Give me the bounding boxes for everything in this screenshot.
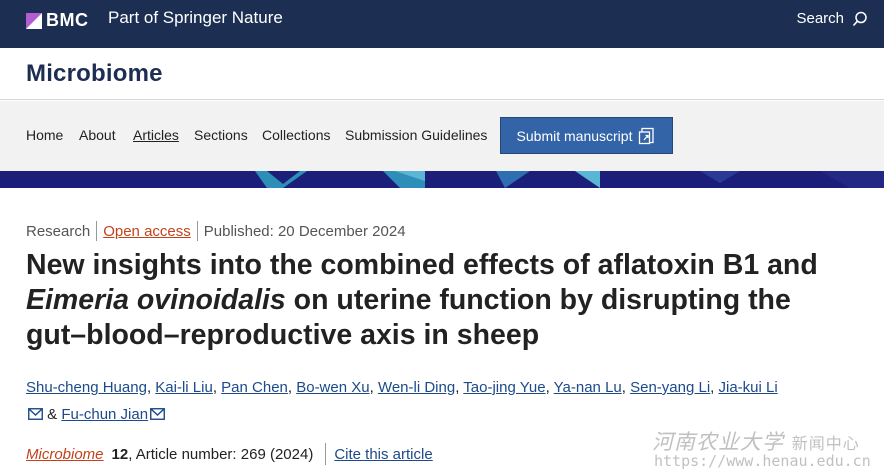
nav-item-submission-guidelines[interactable]: Submission Guidelines (345, 127, 487, 143)
author-link[interactable]: Ya-nan Lu (554, 379, 622, 396)
banner-pattern (0, 171, 884, 188)
citation-divider (325, 443, 327, 465)
nav-item-collections[interactable]: Collections (262, 127, 330, 143)
watermark-news-center: 新闻中心 (791, 434, 860, 453)
author-link[interactable]: Tao-jing Yue (463, 379, 545, 396)
journal-banner-graphic (0, 171, 884, 188)
bmc-logo-text: BMC (46, 10, 89, 30)
author-link[interactable]: Bo-wen Xu (296, 379, 369, 396)
author-joiner: & (47, 406, 58, 423)
submit-manuscript-label: Submit manuscript (516, 127, 633, 144)
author-link[interactable]: Wen-li Ding (378, 379, 455, 396)
author-list: Shu-cheng Huang, Kai-li Liu, Pan Chen, B… (26, 379, 778, 423)
published-date: Published: 20 December 2024 (203, 222, 406, 240)
author-link[interactable]: Pan Chen (221, 379, 288, 396)
author-link[interactable]: Jia-kui Li (719, 379, 778, 396)
article-title: New insights into the combined effects o… (26, 248, 846, 353)
henau-watermark: 河南农业大学 新闻中心 https://www.henau.edu.cn (650, 424, 884, 476)
author-link[interactable]: Kai-li Liu (155, 379, 213, 396)
nav-item-home[interactable]: Home (26, 127, 63, 143)
bmc-logo[interactable]: BMC (26, 10, 89, 31)
submit-document-icon (639, 127, 655, 144)
watermark-university-name: 河南农业大学 (652, 430, 784, 454)
journal-name-link[interactable]: Microbiome (26, 446, 104, 463)
search-label: Search (796, 10, 844, 27)
journal-nav: Home About Articles Sections Collections… (0, 101, 884, 171)
author-link[interactable]: Shu-cheng Huang (26, 379, 147, 396)
search-icon (852, 11, 867, 26)
watermark-url: https://www.henau.edu.cn (654, 452, 871, 470)
search-button[interactable]: Search (796, 10, 868, 27)
author-link[interactable]: Fu-chun Jian (61, 406, 148, 423)
author-link[interactable]: Sen-yang Li (630, 379, 710, 396)
email-icon[interactable] (28, 408, 43, 420)
nav-item-about[interactable]: About (79, 127, 116, 143)
nav-item-sections[interactable]: Sections (194, 127, 248, 143)
journal-title-bar: Microbiome (0, 48, 884, 100)
citation-line: Microbiome 12 , Article number: 269 (202… (26, 443, 433, 465)
springer-nature-tagline[interactable]: Part of Springer Nature (108, 8, 283, 28)
article-type: Research (26, 222, 91, 240)
meta-divider (96, 221, 98, 241)
nav-item-articles[interactable]: Articles (133, 127, 179, 143)
submit-manuscript-button[interactable]: Submit manuscript (500, 117, 673, 154)
email-icon[interactable] (150, 408, 166, 420)
meta-divider (196, 221, 198, 241)
article-title-italic: Eimeria ovinoidalis (26, 284, 286, 316)
open-access-link[interactable]: Open access (103, 223, 191, 240)
cite-this-article-link[interactable]: Cite this article (334, 446, 432, 463)
article-title-part1: New insights into the combined effects o… (26, 249, 818, 281)
article-number: , Article number: 269 (2024) (128, 445, 314, 463)
journal-title-link[interactable]: Microbiome (26, 60, 163, 88)
bmc-logo-mark-icon (26, 12, 42, 29)
article-meta: Research Open access Published: 20 Decem… (26, 221, 406, 241)
volume-number: 12 (111, 445, 129, 463)
top-bar: BMC Part of Springer Nature Search (0, 0, 884, 48)
